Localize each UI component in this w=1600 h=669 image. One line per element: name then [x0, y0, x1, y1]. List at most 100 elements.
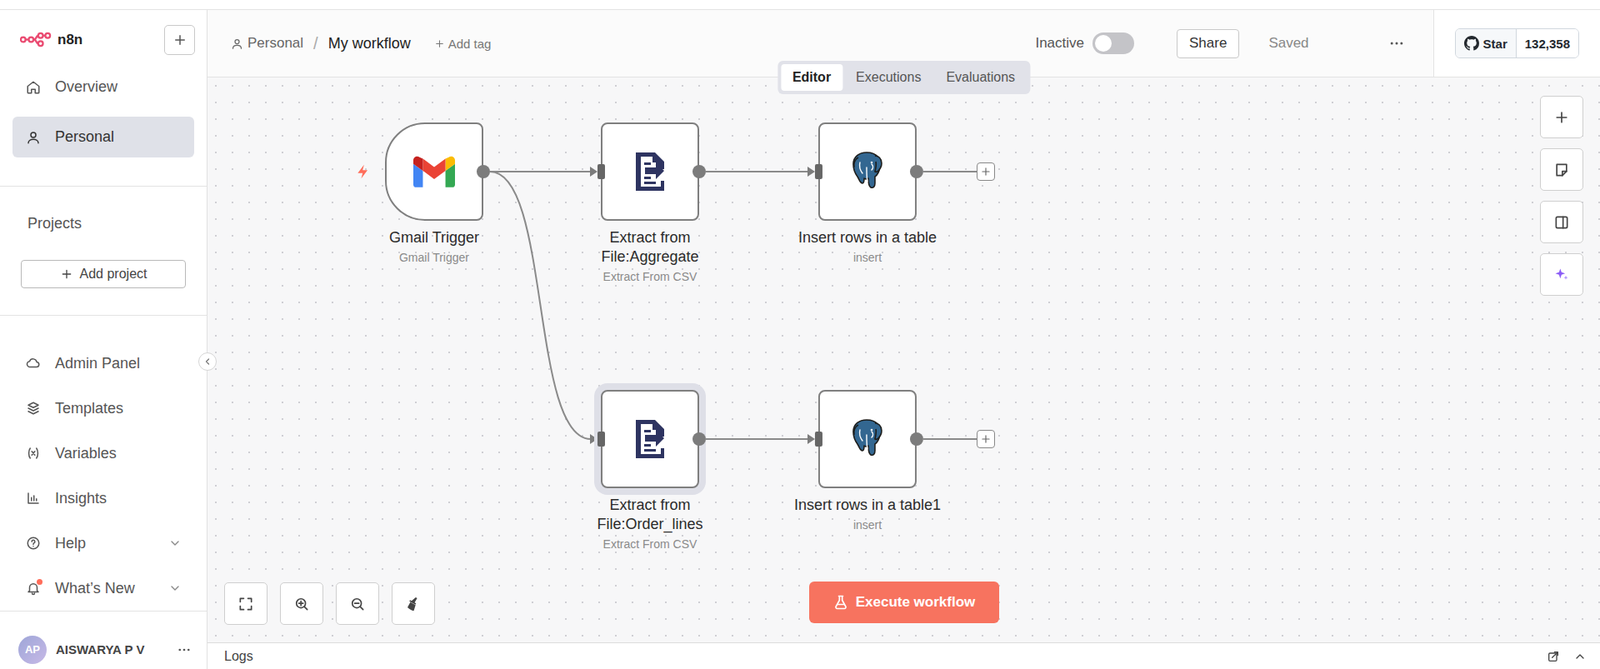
project-name[interactable]: Personal — [247, 35, 304, 52]
output-handle[interactable] — [692, 165, 706, 179]
sidebar-item[interactable]: Admin Panel — [0, 340, 207, 386]
more-menu[interactable] — [1388, 35, 1405, 52]
node-box[interactable] — [600, 390, 700, 489]
sidebar-item[interactable]: Insights — [0, 475, 207, 521]
node-title: Extract from File:Aggregate — [560, 228, 740, 267]
icon-part — [62, 270, 70, 278]
icon-part — [435, 40, 443, 47]
breadcrumb-project[interactable]: Personal — [230, 35, 304, 52]
node-subtitle: Gmail Trigger — [399, 250, 470, 265]
github-star[interactable]: Star — [1455, 29, 1517, 58]
icon-part — [1555, 216, 1567, 228]
workflow-node[interactable]: Extract from File:Order_linesExtract Fro… — [560, 390, 740, 551]
pop-out-button[interactable] — [1546, 650, 1560, 664]
icon-part — [875, 423, 882, 440]
sidebar-item-label: Help — [55, 535, 155, 553]
icon-holder — [25, 580, 41, 596]
node-box[interactable] — [600, 122, 700, 221]
logs-bar[interactable]: Logs — [207, 642, 1600, 669]
sidebar-item[interactable]: Variables — [0, 430, 207, 476]
sidebar-item[interactable]: What’s New — [0, 565, 207, 611]
node-box[interactable] — [818, 390, 917, 489]
icon-part — [31, 495, 37, 501]
connection-line[interactable] — [490, 170, 591, 173]
templates-icon — [25, 400, 41, 416]
icon-part — [240, 598, 251, 610]
output-stub-line[interactable] — [923, 438, 977, 440]
icon-part — [860, 430, 863, 441]
output-handle[interactable] — [910, 432, 924, 446]
icon-part — [28, 584, 39, 595]
view-tab[interactable]: Executions — [844, 64, 933, 91]
add-node-button[interactable] — [976, 162, 995, 181]
icon-part — [178, 648, 181, 651]
view-tab[interactable]: Editor — [780, 64, 843, 91]
icon-part — [28, 37, 34, 43]
sidebar-item-label: What’s New — [55, 580, 155, 598]
connection-line[interactable] — [705, 438, 809, 440]
workflow-canvas[interactable]: Gmail TriggerGmail Trigger Extract from F… — [207, 77, 1600, 643]
connection-line[interactable] — [705, 170, 809, 173]
share-button[interactable]: Share — [1176, 29, 1240, 59]
workflow-node[interactable]: Insert rows in a table1insert — [794, 390, 941, 532]
user-icon — [230, 37, 244, 50]
ai-assistant-button[interactable] — [1540, 253, 1584, 296]
active-toggle[interactable] — [1092, 32, 1135, 55]
workflow-node[interactable]: Insert rows in a tableinsert — [798, 122, 937, 265]
icon-part — [240, 598, 251, 610]
icon-part — [235, 39, 240, 44]
github-section: Star132,358 — [1433, 10, 1600, 77]
connection-line[interactable] — [490, 171, 591, 440]
sidebar-item[interactable]: Help — [0, 520, 207, 566]
zoom-out-button[interactable] — [335, 582, 380, 625]
sidebar-item[interactable]: Personal — [12, 116, 195, 158]
icon-part — [175, 35, 185, 45]
workflow-node[interactable]: Gmail TriggerGmail Trigger — [385, 122, 484, 265]
workflow-node[interactable]: Extract from File:AggregateExtract From … — [560, 122, 740, 284]
user-menu[interactable]: APAISWARYA P V — [0, 621, 207, 669]
input-handle[interactable] — [597, 164, 605, 180]
icon-part — [233, 45, 242, 49]
sidebar-item[interactable]: Overview — [12, 66, 195, 108]
divider — [0, 315, 207, 316]
zoom-in-button[interactable] — [280, 582, 324, 625]
input-handle[interactable] — [597, 431, 605, 447]
output-handle[interactable] — [910, 165, 924, 179]
view-tab[interactable]: Evaluations — [934, 64, 1027, 91]
output-handle[interactable] — [692, 432, 706, 446]
collapse-button[interactable] — [198, 352, 217, 371]
output-stub-line[interactable] — [923, 170, 977, 173]
tidy-up-button[interactable] — [391, 582, 435, 625]
icon-part — [299, 600, 308, 610]
add-node-button[interactable] — [976, 430, 995, 449]
node-box[interactable] — [385, 122, 484, 221]
add-project-button[interactable]: Add project — [20, 260, 186, 289]
icon-part — [36, 448, 39, 459]
expand-logs-button[interactable] — [1573, 650, 1587, 664]
active-label: Inactive — [1035, 35, 1085, 52]
workflow-name[interactable]: My workflow — [328, 35, 411, 53]
icon-part — [29, 448, 39, 459]
icon-part — [1576, 655, 1584, 659]
icon-part — [982, 435, 990, 443]
sidebar-item[interactable]: Templates — [0, 385, 207, 431]
logo[interactable]: n8n — [20, 30, 83, 49]
create-button[interactable] — [164, 25, 195, 55]
output-handle[interactable] — [476, 165, 490, 179]
sidebar-item-label: Variables — [55, 445, 155, 463]
node-box[interactable] — [818, 122, 917, 221]
fit-view-button[interactable] — [224, 582, 268, 625]
add-tag-button[interactable]: Add tag — [434, 36, 492, 51]
logo-text[interactable]: n8n — [57, 31, 83, 49]
input-handle[interactable] — [815, 164, 823, 180]
sticky-note-icon — [1553, 161, 1570, 179]
add-node-button[interactable] — [1540, 95, 1584, 139]
github-star-button[interactable]: Star132,358 — [1455, 28, 1580, 59]
execute-workflow-button[interactable]: Execute workflow — [809, 581, 1000, 624]
side-panel-button[interactable] — [1540, 200, 1584, 244]
github-star-count[interactable]: 132,358 — [1516, 29, 1579, 58]
icon-part — [837, 604, 845, 606]
sticky-note-button[interactable] — [1540, 148, 1584, 191]
home-icon — [25, 80, 41, 95]
input-handle[interactable] — [815, 431, 823, 447]
